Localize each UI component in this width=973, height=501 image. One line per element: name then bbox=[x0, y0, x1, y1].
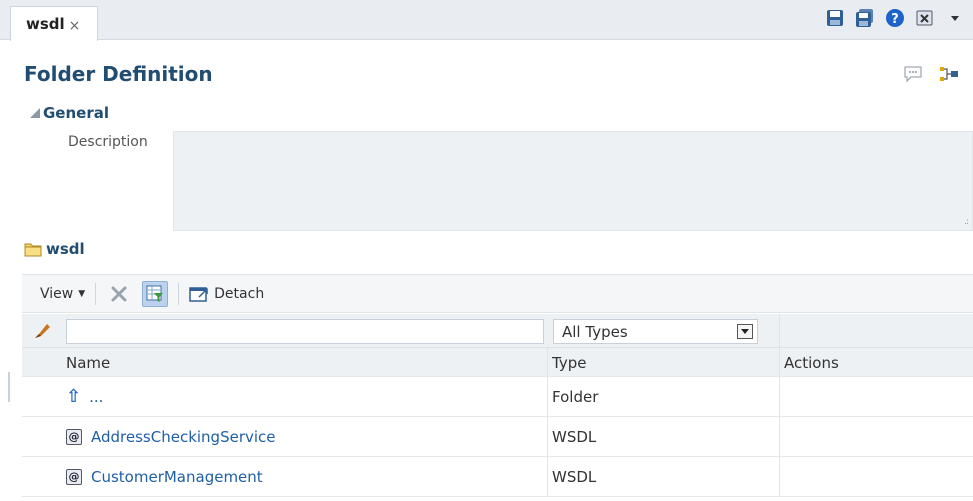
resize-grip-icon[interactable]: .: bbox=[964, 217, 969, 227]
svg-text:?: ? bbox=[891, 12, 899, 27]
name-filter-input[interactable] bbox=[66, 319, 544, 344]
column-header-type[interactable]: Type bbox=[548, 348, 780, 376]
delete-button[interactable] bbox=[106, 281, 132, 307]
row-name-link[interactable]: AddressCheckingService bbox=[91, 428, 276, 446]
filter-icon bbox=[146, 285, 164, 302]
table-row[interactable]: @ CustomerManagement WSDL bbox=[22, 457, 973, 497]
help-icon[interactable]: ? bbox=[885, 8, 905, 28]
delete-icon bbox=[111, 286, 127, 301]
row-name-link[interactable]: CustomerManagement bbox=[91, 468, 263, 486]
splitter-handle[interactable] bbox=[8, 372, 10, 402]
detach-icon bbox=[189, 286, 208, 302]
column-header-name[interactable]: Name bbox=[62, 348, 548, 376]
type-filter-select[interactable]: All Types bbox=[553, 319, 758, 344]
type-filter-value: All Types bbox=[562, 323, 628, 341]
tab-close-icon[interactable]: × bbox=[69, 18, 81, 34]
tab-wsdl[interactable]: wsdl × bbox=[10, 6, 98, 41]
tab-bar: wsdl × ? bbox=[0, 0, 973, 41]
wsdl-icon: @ bbox=[66, 428, 82, 445]
folder-icon bbox=[24, 243, 42, 256]
close-window-icon[interactable] bbox=[915, 8, 935, 28]
row-type: WSDL bbox=[552, 427, 597, 446]
save-all-icon[interactable] bbox=[855, 8, 875, 28]
row-type: Folder bbox=[552, 387, 599, 406]
query-by-example-button[interactable] bbox=[142, 280, 169, 307]
folder-label: wsdl bbox=[46, 240, 85, 258]
dropdown-caret-icon[interactable] bbox=[945, 8, 965, 28]
comment-icon[interactable] bbox=[903, 65, 923, 87]
table-toolbar: View ▼ Detach bbox=[22, 275, 973, 313]
detach-label: Detach bbox=[214, 285, 265, 302]
description-field[interactable]: .: bbox=[173, 131, 973, 231]
window-toolbar: ? bbox=[825, 8, 965, 28]
folder-header: wsdl bbox=[24, 240, 85, 258]
title-actions bbox=[903, 65, 959, 87]
detach-button[interactable]: Detach bbox=[189, 285, 264, 303]
select-dropdown-icon[interactable] bbox=[737, 324, 753, 339]
save-icon[interactable] bbox=[825, 8, 845, 28]
table-row[interactable]: ⇧ ... Folder bbox=[22, 377, 973, 417]
wsdl-icon: @ bbox=[66, 468, 82, 485]
row-name-link[interactable]: ... bbox=[89, 388, 103, 406]
row-type: WSDL bbox=[552, 467, 597, 486]
filter-row: All Types bbox=[22, 314, 973, 348]
folder-table-panel: View ▼ Detach All Types Name Type Action… bbox=[22, 274, 973, 501]
folder-table: All Types Name Type Actions ⇧ ... Folder bbox=[22, 314, 973, 497]
description-label: Description bbox=[68, 134, 148, 150]
view-menu[interactable]: View ▼ bbox=[40, 286, 85, 302]
view-menu-label: View bbox=[40, 285, 74, 302]
general-section-header[interactable]: General bbox=[30, 104, 109, 122]
toolbar-divider bbox=[95, 282, 97, 305]
hierarchy-icon[interactable] bbox=[939, 65, 959, 87]
page-title: Folder Definition bbox=[24, 62, 213, 86]
view-caret-icon: ▼ bbox=[78, 288, 86, 299]
up-arrow-icon: ⇧ bbox=[66, 385, 82, 407]
clear-filter-cell[interactable] bbox=[22, 314, 62, 347]
table-header-row: Name Type Actions bbox=[22, 348, 973, 377]
toolbar-divider bbox=[178, 282, 180, 305]
main-content: Folder Definition General Description .:… bbox=[10, 41, 973, 501]
tab-label: wsdl bbox=[26, 15, 65, 33]
eraser-icon bbox=[35, 323, 50, 338]
table-row[interactable]: @ AddressCheckingService WSDL bbox=[22, 417, 973, 457]
collapse-triangle-icon[interactable] bbox=[30, 108, 40, 118]
column-header-actions: Actions bbox=[784, 354, 839, 372]
general-label: General bbox=[43, 104, 109, 122]
